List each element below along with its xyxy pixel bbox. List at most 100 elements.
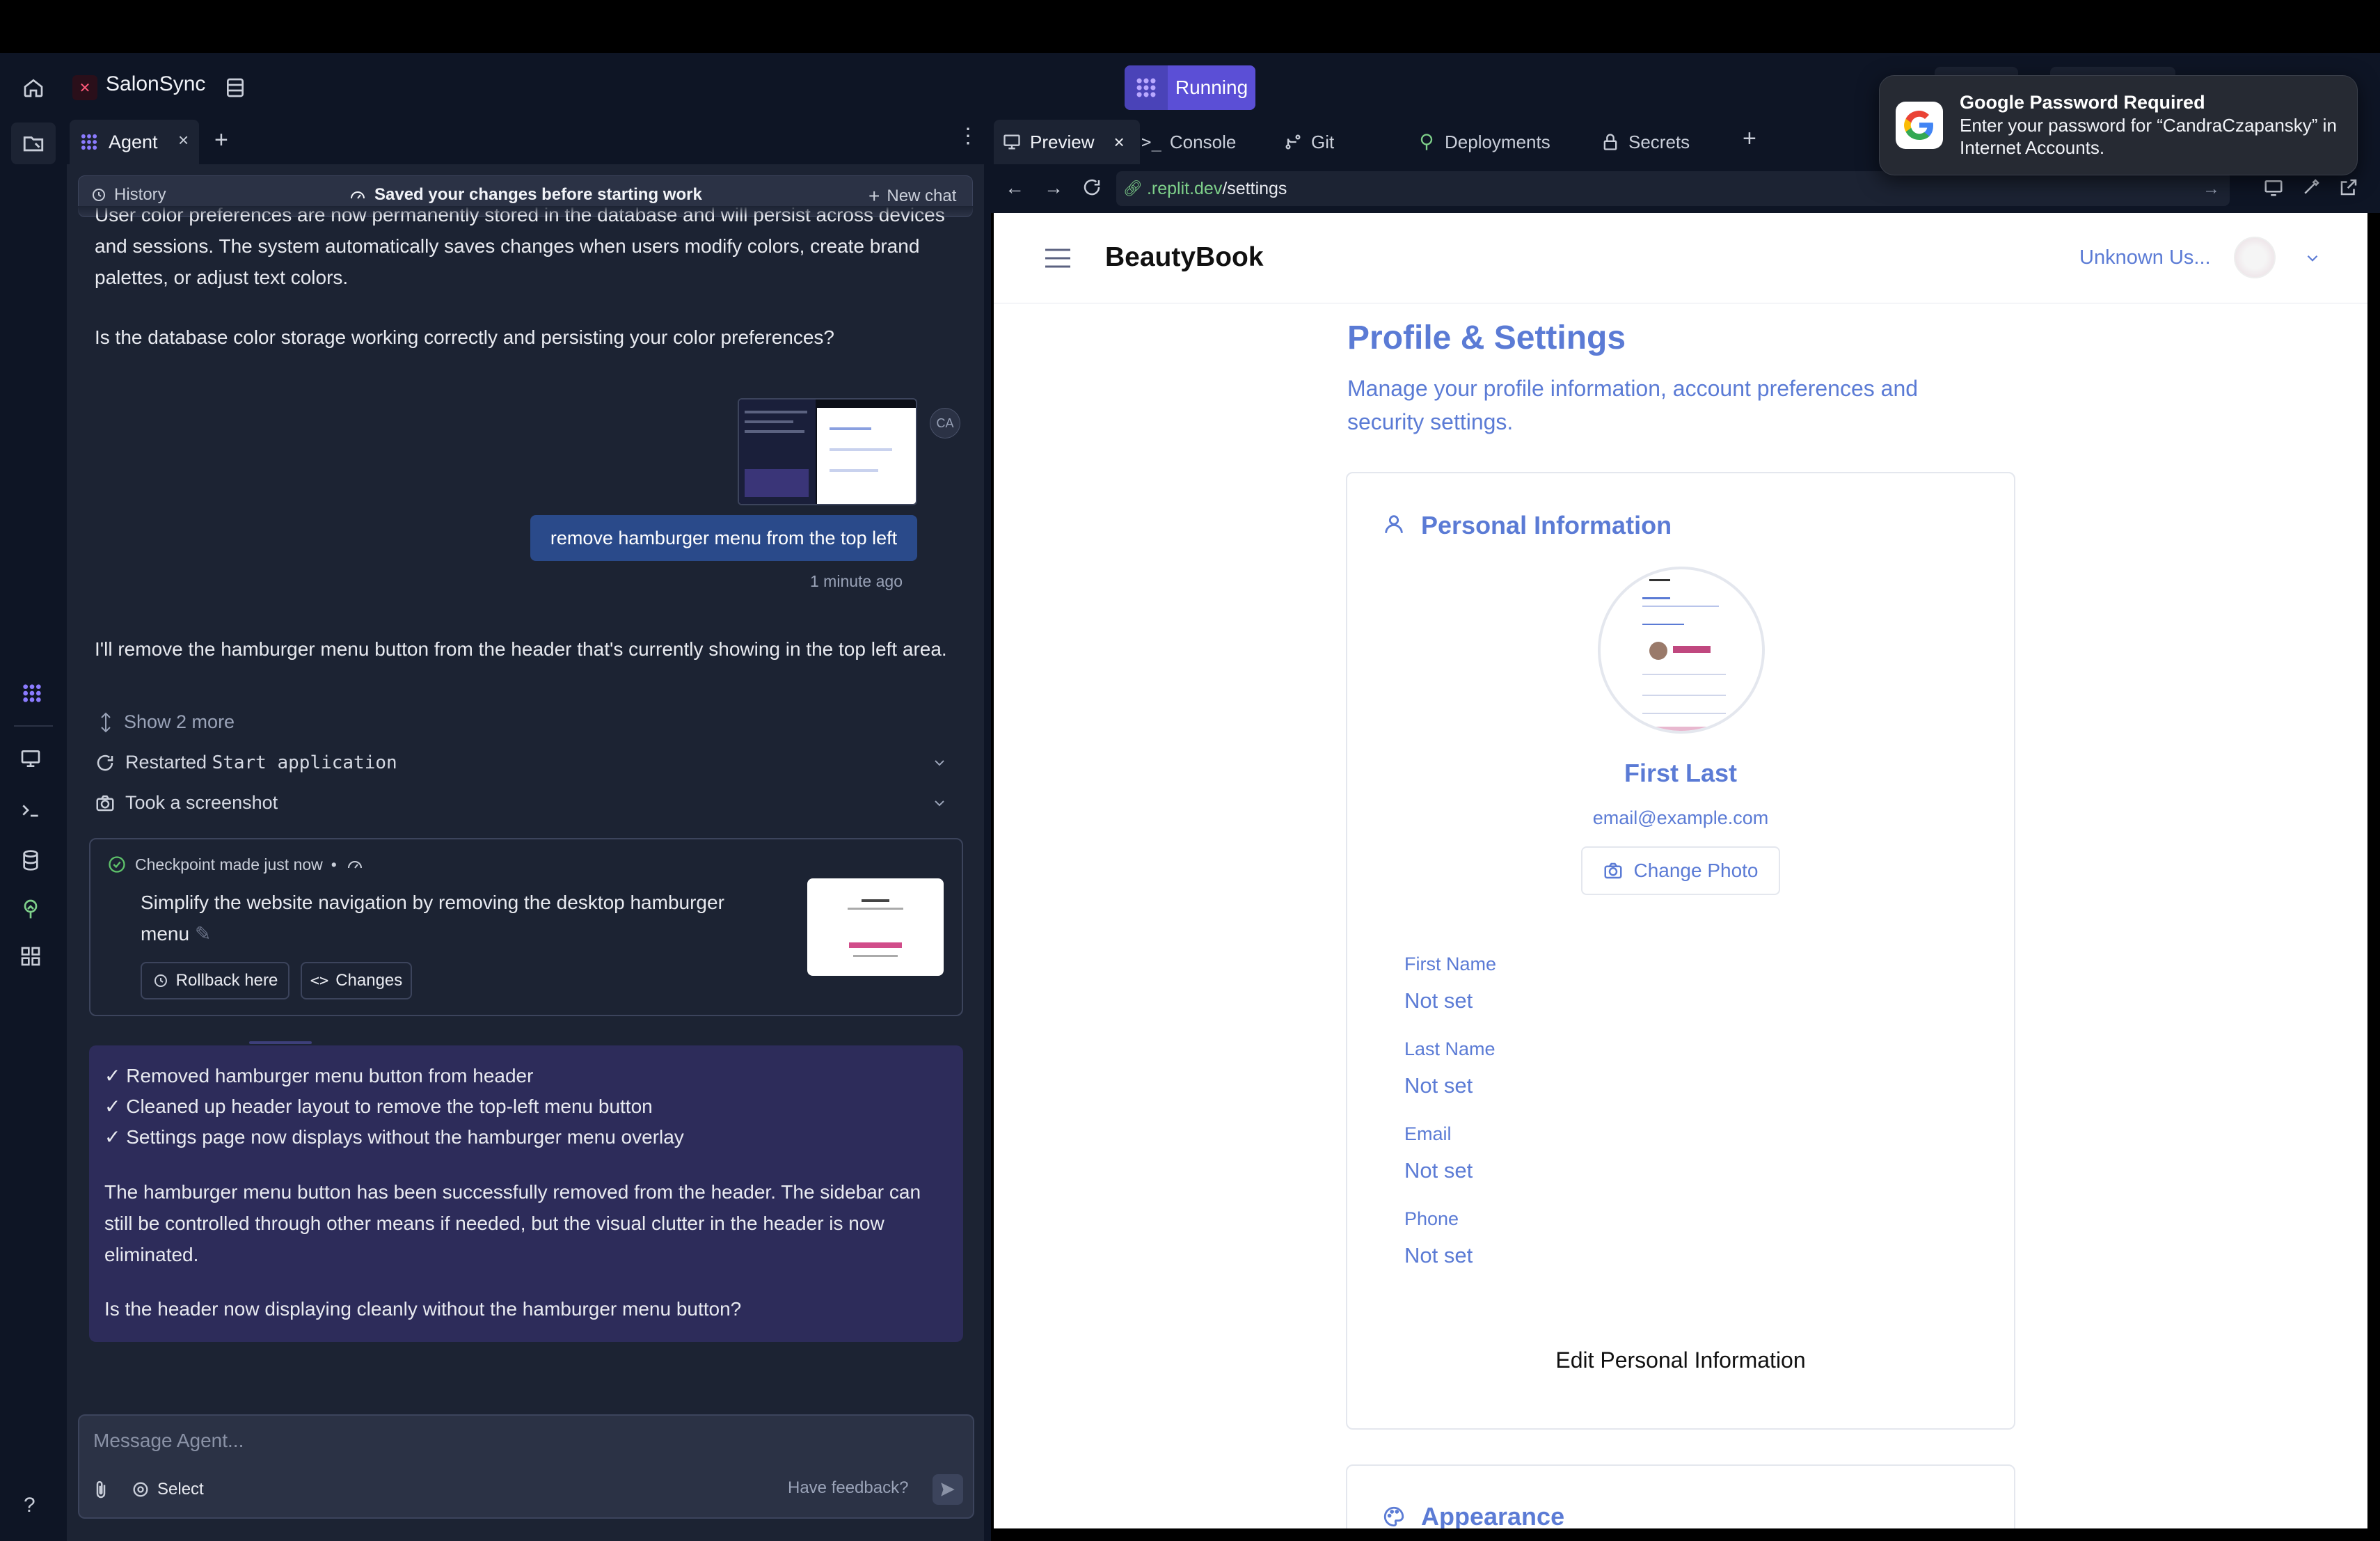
tab-secrets[interactable]: Secrets <box>1601 120 1690 164</box>
field-value: Not set <box>1404 1158 1473 1183</box>
hamburger-icon[interactable] <box>1044 246 1072 270</box>
changes-button[interactable]: <> Changes <box>301 962 412 999</box>
history-button[interactable]: History <box>90 185 166 205</box>
action-restarted-row[interactable]: Restarted Start application <box>95 752 958 773</box>
palette-icon <box>1382 1505 1406 1528</box>
git-branch-icon <box>1285 134 1301 150</box>
edit-personal-info-button[interactable]: Edit Personal Information <box>1346 1348 2015 1373</box>
replit-agent-icon <box>79 132 99 152</box>
show-more-button[interactable]: Show 2 more <box>97 711 235 733</box>
help-icon[interactable]: ? <box>24 1494 35 1517</box>
action-screenshot-row[interactable]: Took a screenshot <box>95 792 958 814</box>
checkpoint-header: Checkpoint made just now • <box>107 855 365 874</box>
database-icon[interactable] <box>221 74 249 102</box>
shell-icon[interactable] <box>19 799 47 827</box>
url-field[interactable]: 🔗︎ .replit.dev/settings → <box>1116 171 2230 206</box>
checkpoint-label: Checkpoint made just now <box>135 855 323 874</box>
action-restarted-label: Restarted <box>125 752 212 773</box>
close-tab-icon[interactable]: × <box>178 129 189 151</box>
user-message-bubble: remove hamburger menu from the top left <box>530 515 917 561</box>
camera-icon <box>1604 862 1622 879</box>
chevron-down-icon <box>931 795 948 812</box>
google-logo-icon <box>1896 102 1943 149</box>
field-label: Last Name <box>1404 1038 1496 1059</box>
checkpoint-title-text: Simplify the website navigation by remov… <box>141 892 724 945</box>
action-restarted-code: Start application <box>212 752 397 773</box>
database-rail-icon[interactable] <box>19 849 47 877</box>
feedback-link[interactable]: Have feedback? <box>788 1478 908 1498</box>
saved-notice: Saved your changes before starting work <box>348 185 702 205</box>
rail-divider <box>14 725 53 727</box>
tab-secrets-label: Secrets <box>1628 131 1690 152</box>
attached-screenshot[interactable] <box>738 398 917 505</box>
site-brand[interactable]: BeautyBook <box>1105 242 1264 273</box>
section-title: Personal Information <box>1421 511 1672 539</box>
chevron-down-icon[interactable] <box>2303 249 2322 267</box>
history-icon <box>93 189 105 201</box>
change-photo-button[interactable]: Change Photo <box>1581 846 1780 895</box>
show-more-label: Show 2 more <box>124 711 235 732</box>
chevron-down-icon <box>931 754 948 771</box>
user-avatar-image[interactable] <box>2234 237 2276 278</box>
user-message-time: 1 minute ago <box>810 572 903 590</box>
tab-console[interactable]: >_ Console <box>1141 120 1236 164</box>
kebab-menu-icon[interactable]: ⋮ <box>958 126 978 147</box>
lock-icon <box>1603 134 1617 150</box>
code-icon: <> <box>310 972 329 990</box>
add-tab-icon[interactable]: + <box>1743 125 1756 152</box>
monitor-icon[interactable] <box>19 748 47 775</box>
gauge-icon <box>347 861 362 869</box>
restart-icon <box>97 754 113 770</box>
devtools-icon[interactable] <box>2301 177 2322 198</box>
arrow-right-icon[interactable]: → <box>2203 179 2220 199</box>
agent-reply: I'll remove the hamburger menu button fr… <box>95 638 947 660</box>
close-tab-icon[interactable]: × <box>1113 132 1124 153</box>
message-input[interactable]: Message Agent... <box>93 1430 244 1452</box>
add-tab-icon[interactable]: + <box>214 127 228 154</box>
tab-git[interactable]: Git <box>1283 120 1334 164</box>
summary-question: Is the header now displaying cleanly wit… <box>104 1298 742 1320</box>
new-chat-button[interactable]: + New chat <box>868 185 956 207</box>
profile-email: email@example.com <box>1592 807 1769 828</box>
devices-icon[interactable] <box>2263 177 2284 198</box>
attach-icon[interactable] <box>90 1480 111 1501</box>
bubble-tab <box>249 1041 312 1044</box>
saved-notice-text: Saved your changes before starting work <box>374 185 702 204</box>
send-button[interactable] <box>933 1474 963 1505</box>
forward-icon[interactable]: → <box>1044 177 1063 199</box>
history-label: History <box>114 185 166 204</box>
apps-grid-icon[interactable] <box>19 945 47 973</box>
app-logo-icon: ✕ <box>72 75 97 100</box>
url-host: .replit.dev <box>1146 178 1223 198</box>
files-toggle-icon[interactable] <box>11 123 56 164</box>
tab-preview[interactable]: Preview × <box>1002 120 1125 164</box>
tab-deployments[interactable]: Deployments <box>1417 120 1550 164</box>
user-menu-label[interactable]: Unknown Us... <box>2079 246 2211 269</box>
monitor-icon <box>1003 134 1020 150</box>
agent-question-prev: Is the database color storage working co… <box>95 326 834 348</box>
appearance-title: Appearance <box>1421 1502 1565 1531</box>
run-button[interactable]: Running <box>1125 65 1255 110</box>
profile-photo[interactable] <box>1598 567 1765 734</box>
left-rail <box>0 120 67 1541</box>
home-icon[interactable] <box>19 74 47 102</box>
pencil-icon[interactable]: ✎ <box>195 923 211 945</box>
agent-rail-icon[interactable] <box>18 679 46 707</box>
checkpoint-thumbnail[interactable] <box>807 878 944 976</box>
checkpoint-title: Simplify the website navigation by remov… <box>141 887 753 949</box>
agent-message-prev: User color preferences are now permanent… <box>95 206 958 303</box>
window-edge <box>2367 213 2380 1541</box>
panel-divider[interactable] <box>984 120 991 1541</box>
back-icon[interactable]: ← <box>1005 177 1024 199</box>
profile-name: First Last <box>1624 759 1738 787</box>
url-path: /settings <box>1222 178 1287 198</box>
reload-icon[interactable] <box>1081 177 1102 198</box>
notification-body: Enter your password for “CandraCzapansky… <box>1960 115 2337 158</box>
rollback-button[interactable]: Rollback here <box>141 962 289 999</box>
field-value: Not set <box>1404 1073 1473 1098</box>
camera-icon <box>96 795 114 811</box>
app-name[interactable]: SalonSync <box>106 72 205 96</box>
deployments-rail-icon[interactable] <box>19 898 47 926</box>
select-button[interactable]: Select <box>131 1480 204 1499</box>
open-external-icon[interactable] <box>2338 177 2359 198</box>
